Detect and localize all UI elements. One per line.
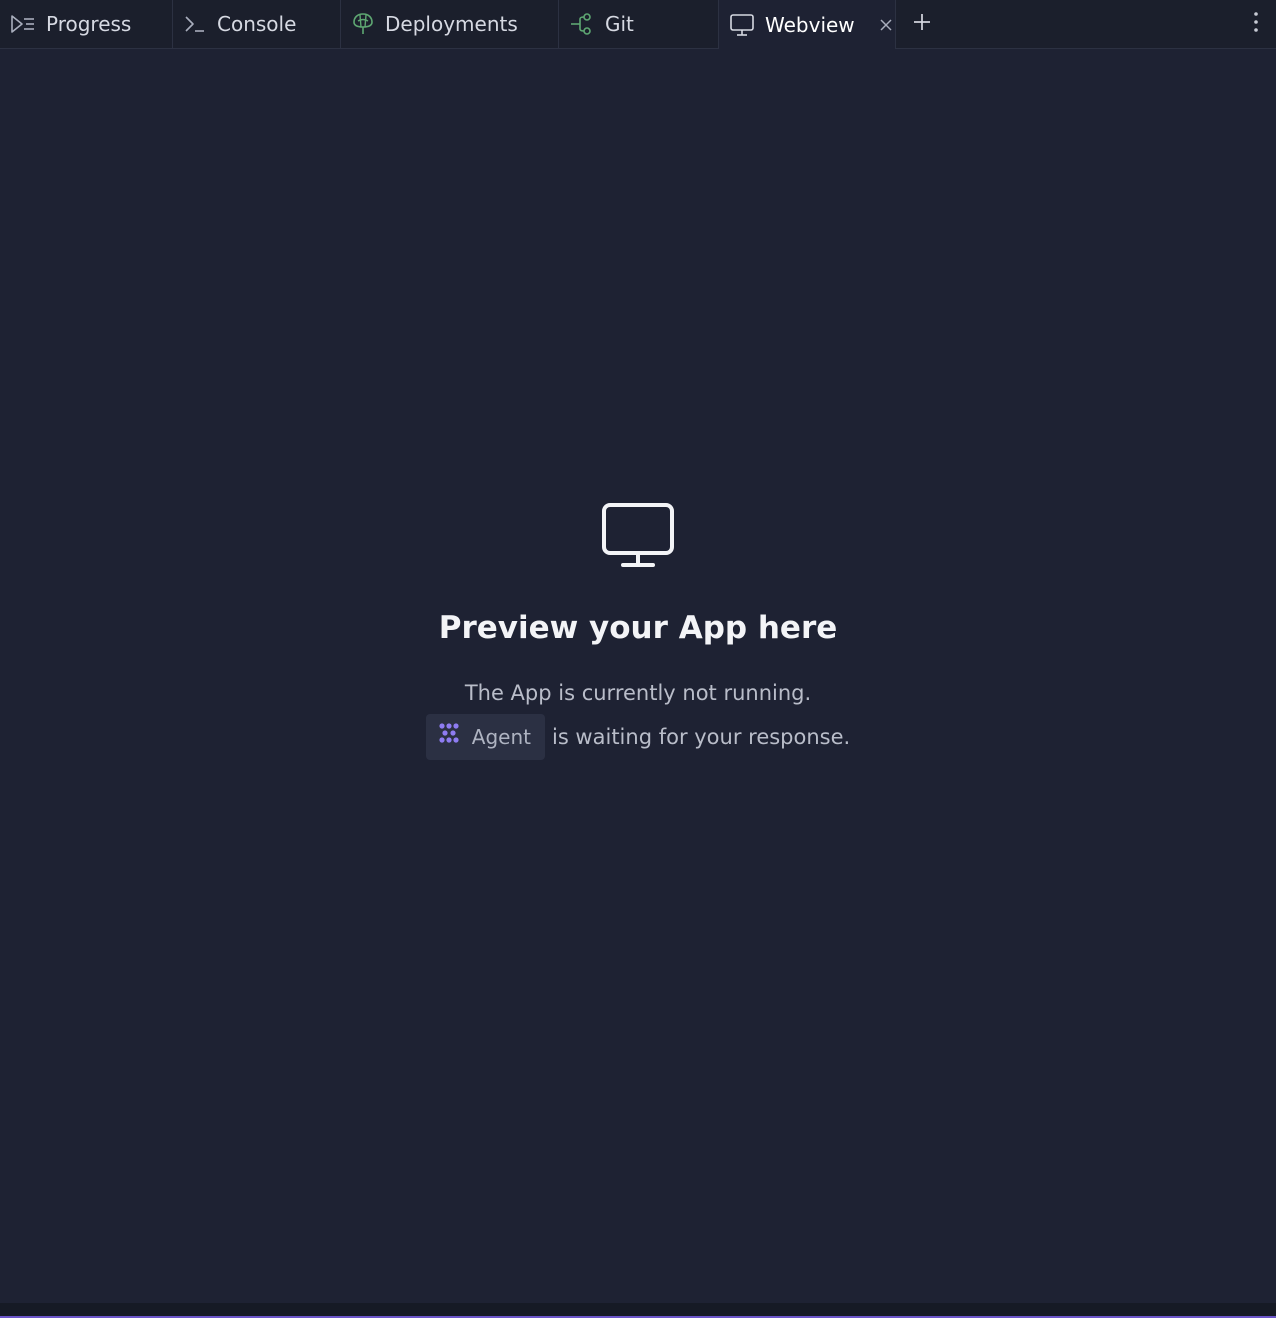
monitor-icon — [601, 502, 675, 570]
tab-label: Deployments — [385, 12, 518, 36]
progress-icon — [10, 13, 36, 35]
tab-bar: Progress Console Deployments Git Webview — [0, 0, 1276, 49]
empty-state-title: Preview your App here — [438, 610, 838, 646]
tab-webview[interactable]: Webview — [719, 0, 896, 49]
tab-label: Console — [217, 12, 297, 36]
kebab-menu-icon — [1253, 11, 1259, 37]
tab-console[interactable]: Console — [173, 0, 341, 48]
console-icon — [183, 13, 207, 35]
git-icon — [569, 12, 595, 36]
agent-chip[interactable]: Agent — [425, 714, 545, 760]
monitor-icon — [729, 13, 755, 37]
more-options-button[interactable] — [1244, 10, 1268, 38]
tab-label: Git — [605, 12, 634, 36]
close-icon[interactable] — [879, 18, 893, 32]
empty-state: Preview your App here The App is current… — [0, 502, 1276, 760]
app-status-text: The App is currently not running. — [464, 681, 812, 705]
deployments-icon — [351, 12, 375, 36]
bottom-bar — [0, 1303, 1276, 1318]
agent-status-line: Agent is waiting for your response. — [0, 714, 1276, 760]
plus-icon — [913, 13, 931, 35]
agent-icon — [438, 722, 460, 752]
agent-waiting-text: is waiting for your response. — [551, 725, 851, 749]
tab-progress[interactable]: Progress — [0, 0, 173, 48]
tab-label: Webview — [765, 12, 855, 37]
tab-git[interactable]: Git — [559, 0, 719, 48]
tab-deployments[interactable]: Deployments — [341, 0, 559, 48]
tab-label: Progress — [46, 12, 132, 36]
agent-label: Agent — [471, 725, 531, 749]
add-tab-button[interactable] — [896, 0, 948, 48]
